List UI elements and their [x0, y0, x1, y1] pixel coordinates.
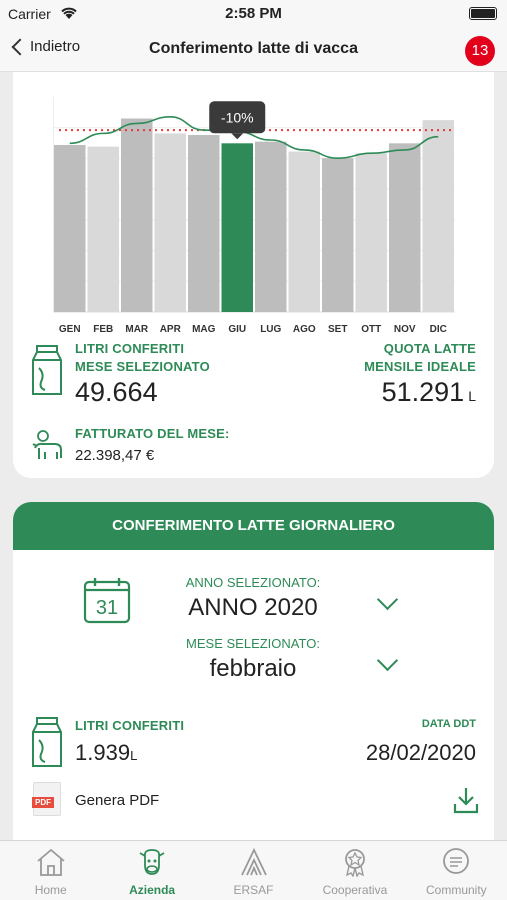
- bar-lug[interactable]: [255, 141, 287, 312]
- litri-month-label-line2: MESE SELEZIONATO: [75, 359, 210, 374]
- mese-value[interactable]: febbraio: [153, 655, 353, 683]
- fatturato-label: FATTURATO DEL MESE:: [75, 426, 230, 441]
- bar-gen[interactable]: [54, 144, 86, 312]
- nav-bar: Indietro Conferimento latte di vacca 13: [0, 28, 507, 72]
- bar-feb[interactable]: [87, 146, 120, 312]
- tab-azienda[interactable]: Azienda: [101, 841, 202, 900]
- x-tick-label: NOV: [394, 324, 416, 335]
- litri-daily-value: 1.939: [75, 740, 131, 765]
- status-bar: Carrier 2:58 PM: [0, 0, 507, 28]
- chat-icon: [443, 848, 470, 874]
- bar-dic[interactable]: [422, 120, 455, 313]
- cow-money-icon: [32, 430, 62, 459]
- generate-pdf-label: Genera PDF: [75, 792, 160, 809]
- mese-label: MESE SELEZIONATO:: [186, 636, 320, 651]
- x-tick-label: AGO: [293, 324, 316, 335]
- pdf-file-icon: PDF: [32, 782, 61, 816]
- litri-daily-unit: L: [130, 748, 138, 763]
- daily-card-header: CONFERIMENTO LATTE GIORNALIERO: [13, 502, 494, 550]
- mese-dropdown-chevron-icon[interactable]: [375, 655, 401, 671]
- quota-unit: L: [468, 388, 476, 404]
- monthly-summary-card: GEN FEB MAR APR MAG GIU LUG AGO SET OTT NOV DIC -10%…: [13, 72, 494, 478]
- tab-ersaf-label: ERSAF: [233, 883, 274, 897]
- tab-home[interactable]: Home: [0, 841, 101, 900]
- ddt-label: DATA DDT: [421, 718, 476, 730]
- quota-label: QUOTA LATTE MENSILE IDEALE: [364, 340, 476, 376]
- home-icon: [37, 848, 65, 876]
- x-tick-label: MAG: [192, 324, 216, 335]
- bar-ott[interactable]: [355, 153, 388, 312]
- quota-value: 51.291: [381, 377, 465, 407]
- generate-pdf-row[interactable]: PDF Genera PDF: [32, 782, 483, 822]
- daily-delivery-card: CONFERIMENTO LATTE GIORNALIERO 31 ANNO S…: [13, 502, 494, 842]
- x-tick-label: FEB: [93, 324, 113, 335]
- tab-community-label: Community: [425, 883, 487, 897]
- calendar-icon: 31: [83, 578, 131, 624]
- bar-mag[interactable]: [188, 135, 220, 312]
- x-tick-label: SET: [328, 324, 347, 335]
- bar-apr[interactable]: [154, 133, 187, 312]
- ddt-value: 28/02/2020: [365, 740, 476, 765]
- litri-daily-label: LITRI CONFERITI: [75, 718, 185, 733]
- monthly-bar-chart: GEN FEB MAR APR MAG GIU LUG AGO SET OTT NOV DIC -10%: [53, 97, 455, 335]
- litri-month-label: LITRI CONFERITI MESE SELEZIONATO: [75, 340, 210, 376]
- anno-label: ANNO SELEZIONATO:: [185, 575, 321, 590]
- bar-nov[interactable]: [389, 143, 421, 312]
- tab-community[interactable]: Community: [406, 841, 507, 900]
- x-tick-label: APR: [160, 324, 182, 335]
- anno-value[interactable]: ANNO 2020: [153, 594, 353, 622]
- x-tick-label: OTT: [361, 324, 381, 335]
- tab-azienda-label: Azienda: [129, 883, 176, 897]
- tab-cooperativa-label: Cooperativa: [322, 883, 388, 897]
- x-tick-label: DIC: [430, 324, 447, 335]
- x-tick-label: LUG: [260, 324, 281, 335]
- fatturato-value: 22.398,47 €: [75, 447, 155, 464]
- page-title: Conferimento latte di vacca: [149, 40, 358, 57]
- medal-icon: [345, 849, 365, 878]
- tab-cooperativa[interactable]: Cooperativa: [304, 841, 405, 900]
- tab-home-label: Home: [34, 883, 67, 897]
- x-tick-label: GIU: [228, 324, 246, 335]
- x-tick-label: GEN: [59, 324, 81, 335]
- calendar-day: 31: [96, 597, 118, 619]
- ersaf-icon: [240, 847, 267, 876]
- battery-icon: [469, 7, 497, 20]
- tooltip-arrow: [231, 133, 244, 140]
- litri-daily-value-block: 1.939L: [75, 740, 137, 766]
- tab-bar: Home Azienda ERSAF Cooperativa Community: [0, 840, 507, 900]
- bar-giu[interactable]: [221, 143, 254, 312]
- quota-label-line1: QUOTA LATTE: [383, 341, 476, 356]
- tab-ersaf[interactable]: ERSAF: [203, 841, 304, 900]
- bar-mar[interactable]: [121, 118, 153, 313]
- x-tick-label: MAR: [125, 324, 149, 335]
- notification-badge[interactable]: 13: [465, 36, 495, 66]
- quota-label-line2: MENSILE IDEALE: [364, 359, 476, 374]
- clock: 2:58 PM: [225, 5, 282, 22]
- bar-set[interactable]: [322, 158, 354, 312]
- milk-carton-icon: [32, 717, 62, 767]
- quota-value-block: 51.291 L: [382, 377, 476, 408]
- pdf-badge: PDF: [32, 797, 54, 808]
- litri-month-value: 49.664: [75, 377, 158, 407]
- cow-icon: [139, 849, 165, 875]
- download-icon[interactable]: [453, 786, 479, 814]
- milk-carton-icon: [32, 345, 62, 395]
- anno-dropdown-chevron-icon[interactable]: [375, 594, 401, 610]
- litri-month-label-line1: LITRI CONFERITI: [75, 341, 185, 356]
- tooltip-label: -10%: [221, 109, 254, 125]
- bar-ago[interactable]: [288, 151, 321, 312]
